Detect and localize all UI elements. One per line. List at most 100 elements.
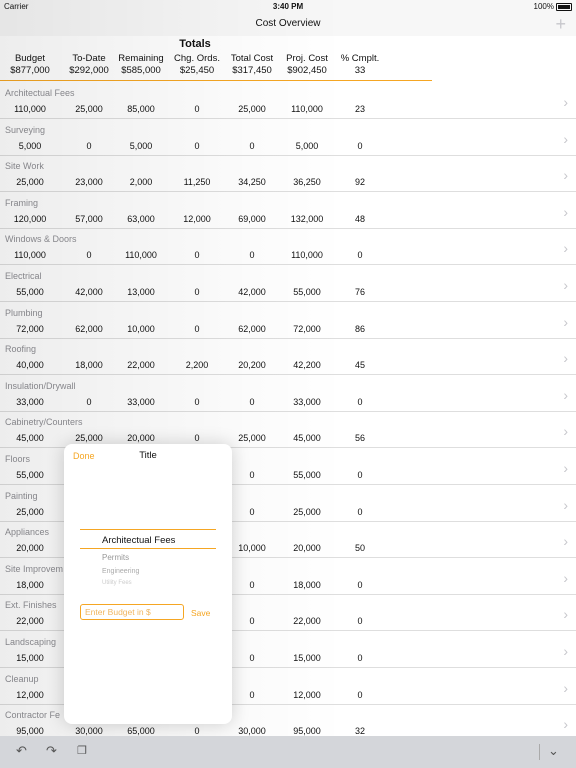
redo-icon[interactable]: ↷: [46, 743, 57, 759]
row-category-label: Cabinetry/Counters: [5, 417, 83, 428]
chevron-down-icon[interactable]: ⌄: [548, 743, 559, 759]
row-value-cell: 0: [249, 396, 255, 407]
row-value-cell: 55,000: [16, 470, 44, 480]
row-value-cell: 95,000: [16, 726, 44, 737]
chevron-right-icon[interactable]: ›: [563, 717, 568, 731]
row-value-cell: 57,000: [75, 213, 103, 224]
row-value-cell: 62,000: [238, 323, 266, 334]
chevron-right-icon[interactable]: ›: [563, 278, 568, 292]
row-value-cell: 0: [357, 616, 363, 627]
row-category-label: Surveying: [5, 124, 46, 135]
table-row[interactable]: Framing 120,000 57,000 63,000 12,000 69,000 13…: [0, 192, 576, 229]
chevron-right-icon[interactable]: ›: [563, 461, 568, 475]
row-value-cell: 20,000: [16, 543, 44, 554]
keyboard-toolbar: ↶ ↷ ❐ ⌄: [0, 736, 576, 768]
chevron-right-icon[interactable]: ›: [563, 607, 568, 621]
row-value-cell: 23,000: [75, 177, 103, 188]
chevron-right-icon[interactable]: ›: [563, 424, 568, 438]
chevron-right-icon[interactable]: ›: [563, 681, 568, 695]
row-value-cell: 22,000: [127, 360, 155, 371]
row-value-cell: 42,000: [75, 287, 103, 297]
row-value-cell: 30,000: [238, 726, 266, 737]
chevron-right-icon[interactable]: ›: [563, 571, 568, 585]
undo-icon[interactable]: ↶: [16, 743, 27, 759]
nav-bar: Cost Overview +: [0, 14, 576, 36]
totals-column: Proj. Cost $902,450: [277, 53, 337, 77]
row-value-cell: 0: [194, 433, 200, 444]
chevron-right-icon[interactable]: ›: [563, 388, 568, 402]
row-value-cell: 65,000: [127, 726, 155, 737]
chevron-right-icon[interactable]: ›: [563, 315, 568, 329]
chevron-right-icon[interactable]: ›: [563, 534, 568, 548]
row-value-cell: 110,000: [291, 250, 323, 261]
row-value-cell: 42,000: [238, 287, 266, 297]
row-value-cell: 63,000: [127, 213, 155, 224]
picker-item[interactable]: Utility Fees: [102, 580, 132, 586]
row-value-cell: 2,200: [185, 360, 209, 371]
totals-column-label: % Cmplt.: [340, 53, 380, 64]
chevron-right-icon[interactable]: ›: [563, 205, 568, 219]
battery-percent: 100%: [533, 2, 554, 11]
table-row[interactable]: Site Work 25,000 23,000 2,000 11,250 34,250 36…: [0, 155, 576, 193]
row-value-cell: 23: [354, 104, 365, 114]
popover-title: Title: [139, 450, 157, 461]
row-category-label: Contractor Fe: [5, 710, 61, 721]
table-row[interactable]: Surveying 5,000 0 5,000 0 0 5,000 0 ›: [0, 119, 576, 156]
row-value-cell: 34,250: [238, 177, 266, 188]
chevron-right-icon[interactable]: ›: [563, 498, 568, 512]
picker-item-selected[interactable]: Architectual Fees: [102, 535, 175, 546]
totals-column: To-Date $292,000: [59, 53, 119, 77]
row-value-cell: 33,000: [127, 396, 155, 407]
totals-column-label: Proj. Cost: [286, 53, 328, 64]
row-value-cell: 22,000: [16, 616, 44, 627]
row-value-cell: 0: [86, 250, 92, 261]
row-value-cell: 72,000: [16, 323, 44, 334]
table-row[interactable]: Plumbing 72,000 62,000 10,000 0 62,000 72,000 8…: [0, 302, 576, 339]
picker-item[interactable]: Permits: [102, 553, 129, 562]
row-value-cell: 15,000: [16, 653, 44, 663]
table-row[interactable]: Electrical 55,000 42,000 13,000 0 42,000 55,00…: [0, 265, 576, 302]
chevron-right-icon[interactable]: ›: [563, 351, 568, 365]
row-value-cell: 0: [357, 250, 363, 261]
totals-column-value: $877,000: [10, 65, 50, 76]
chevron-right-icon[interactable]: ›: [563, 644, 568, 658]
table-row[interactable]: Architectual Fees 110,000 25,000 85,000 0 25,…: [0, 82, 576, 119]
row-category-label: Plumbing: [5, 307, 43, 318]
table-row[interactable]: Cabinetry/Counters 45,000 25,000 20,000 0 25,…: [0, 411, 576, 449]
plus-icon[interactable]: +: [555, 15, 566, 33]
totals-column: Remaining $585,000: [111, 53, 171, 77]
row-value-cell: 25,000: [238, 433, 266, 444]
row-value-cell: 0: [357, 579, 363, 590]
row-category-label: Electrical: [5, 271, 42, 281]
row-value-cell: 20,200: [238, 360, 266, 371]
row-value-cell: 32: [354, 726, 365, 737]
save-button[interactable]: Save: [191, 608, 210, 618]
row-value-cell: 33,000: [293, 396, 321, 407]
row-value-cell: 50: [354, 543, 365, 554]
table-row[interactable]: Windows & Doors 110,000 0 110,000 0 0 110,000 0…: [0, 228, 576, 266]
row-value-cell: 5,000: [129, 140, 153, 151]
row-value-cell: 18,000: [293, 579, 321, 590]
budget-input[interactable]: [80, 604, 184, 620]
table-row[interactable]: Roofing 40,000 18,000 22,000 2,200 20,200 42,2…: [0, 338, 576, 376]
row-value-cell: 10,000: [127, 323, 155, 334]
row-value-cell: 62,000: [75, 323, 103, 334]
clipboard-icon[interactable]: ❐: [77, 743, 87, 759]
chevron-right-icon[interactable]: ›: [563, 132, 568, 146]
add-item-popover: Done Title Architectual Fees Permits Eng…: [64, 444, 232, 724]
row-value-cell: 30,000: [75, 726, 103, 737]
chevron-right-icon[interactable]: ›: [563, 95, 568, 109]
table-row[interactable]: Insulation/Drywall 33,000 0 33,000 0 0 33,000 0…: [0, 375, 576, 412]
row-value-cell: 55,000: [293, 470, 321, 480]
totals-column-value: $317,450: [232, 65, 272, 76]
row-value-cell: 12,000: [293, 689, 321, 700]
row-value-cell: 25,000: [238, 104, 266, 114]
row-value-cell: 0: [249, 250, 255, 261]
row-category-label: Site Improvem: [5, 563, 64, 574]
chevron-right-icon[interactable]: ›: [563, 168, 568, 182]
row-value-cell: 0: [194, 287, 200, 297]
row-value-cell: 0: [357, 689, 363, 700]
row-category-label: Cleanup: [5, 673, 39, 684]
picker-item[interactable]: Engineering: [102, 568, 139, 575]
chevron-right-icon[interactable]: ›: [563, 241, 568, 255]
